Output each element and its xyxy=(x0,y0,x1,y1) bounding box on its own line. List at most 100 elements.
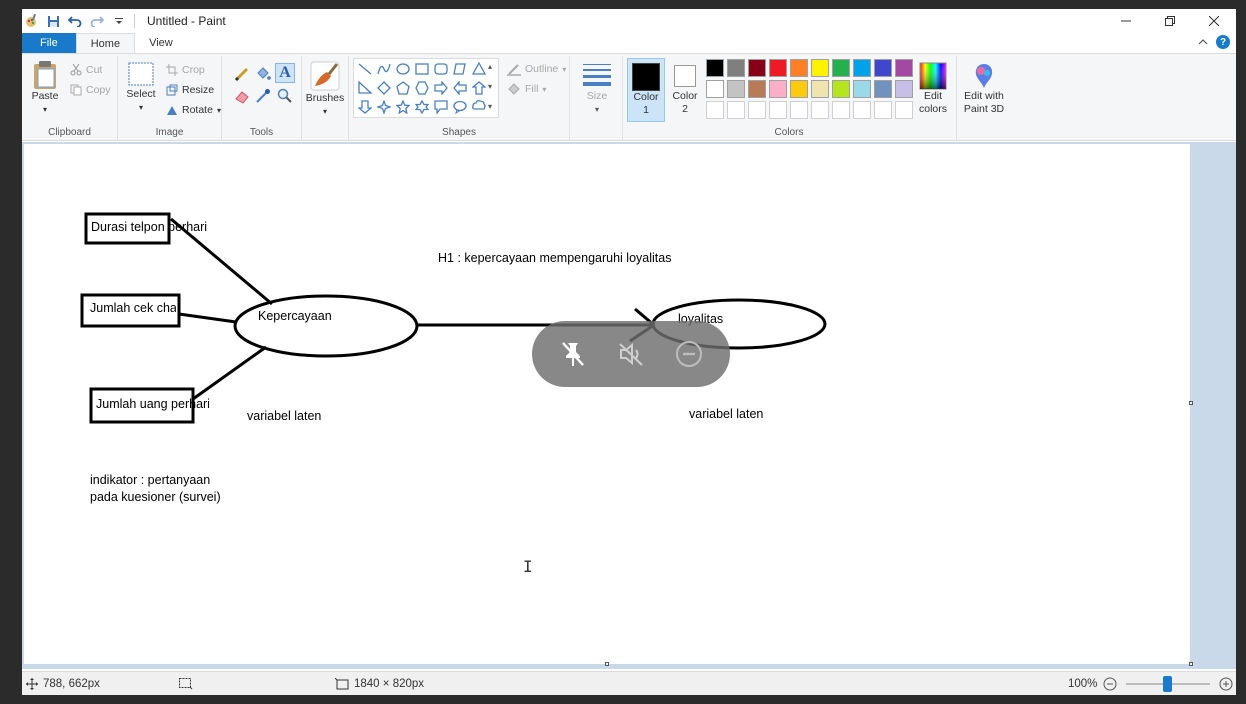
palette-swatch[interactable] xyxy=(874,80,892,98)
down-arrow-shape-icon[interactable] xyxy=(356,98,374,116)
resize-button[interactable]: Resize xyxy=(166,84,214,96)
palette-swatch[interactable] xyxy=(790,80,808,98)
palette-swatch[interactable] xyxy=(853,80,871,98)
palette-swatch[interactable] xyxy=(706,59,724,77)
shapes-scroll-down-icon[interactable]: ▾ xyxy=(488,82,492,91)
edit-with-paint3d-button[interactable]: Edit with Paint 3D xyxy=(960,62,1008,116)
canvas-area[interactable]: Durasi telpon perhari Jumlah cek chat Ju… xyxy=(22,142,1236,669)
text-tool-icon[interactable]: A xyxy=(275,63,295,83)
curve-shape-icon[interactable] xyxy=(375,60,393,78)
polygon-shape-icon[interactable] xyxy=(451,60,469,78)
empty-palette-swatch[interactable] xyxy=(811,101,829,119)
four-point-star-shape-icon[interactable] xyxy=(375,98,393,116)
empty-palette-swatch[interactable] xyxy=(853,101,871,119)
rounded-rect-shape-icon[interactable] xyxy=(432,60,450,78)
edit-colors-button[interactable]: Edit colors xyxy=(915,62,951,116)
left-arrow-shape-icon[interactable] xyxy=(451,79,469,97)
color2-swatch xyxy=(674,65,696,87)
palette-swatch[interactable] xyxy=(769,80,787,98)
rotate-button[interactable]: Rotate ▾ xyxy=(166,104,221,116)
palette-swatch[interactable] xyxy=(832,80,850,98)
oval-shape-icon[interactable] xyxy=(394,60,412,78)
right-arrow-shape-icon[interactable] xyxy=(432,79,450,97)
canvas-resize-handle-corner[interactable] xyxy=(1189,662,1193,666)
copy-button[interactable]: Copy xyxy=(70,84,111,96)
pentagon-shape-icon[interactable] xyxy=(394,79,412,97)
restore-button[interactable] xyxy=(1148,9,1192,33)
up-arrow-shape-icon[interactable] xyxy=(470,79,488,97)
palette-swatch[interactable] xyxy=(706,80,724,98)
eraser-icon[interactable] xyxy=(234,88,250,107)
minus-circle-icon[interactable] xyxy=(671,336,707,372)
empty-palette-swatch[interactable] xyxy=(832,101,850,119)
help-icon[interactable]: ? xyxy=(1216,35,1230,49)
shapes-expand-icon[interactable]: ▾ xyxy=(488,102,492,111)
zoom-slider-thumb[interactable] xyxy=(1163,676,1172,692)
fill-bucket-icon[interactable] xyxy=(255,66,271,85)
minimize-button[interactable] xyxy=(1104,9,1148,33)
tab-view[interactable]: View xyxy=(135,33,187,53)
palette-swatch[interactable] xyxy=(769,59,787,77)
color2-button[interactable]: Color 2 xyxy=(666,58,704,122)
empty-palette-swatch[interactable] xyxy=(748,101,766,119)
cloud-callout-shape-icon[interactable] xyxy=(470,98,488,116)
unpin-icon[interactable] xyxy=(555,336,591,372)
diamond-shape-icon[interactable] xyxy=(375,79,393,97)
customize-quick-access-icon[interactable] xyxy=(112,14,126,28)
palette-swatch[interactable] xyxy=(895,80,913,98)
paint-app-icon[interactable] xyxy=(24,14,38,28)
magnifier-icon[interactable] xyxy=(277,88,293,107)
palette-swatch[interactable] xyxy=(748,59,766,77)
five-point-star-shape-icon[interactable] xyxy=(394,98,412,116)
color-picker-icon[interactable] xyxy=(255,88,271,107)
empty-palette-swatch[interactable] xyxy=(790,101,808,119)
shapes-scroll-up-icon[interactable]: ▴ xyxy=(488,62,492,71)
palette-swatch[interactable] xyxy=(811,59,829,77)
drawing-canvas[interactable]: Durasi telpon perhari Jumlah cek chat Ju… xyxy=(24,144,1190,664)
palette-swatch[interactable] xyxy=(748,80,766,98)
palette-swatch[interactable] xyxy=(790,59,808,77)
tab-home[interactable]: Home xyxy=(75,33,136,53)
redo-icon[interactable] xyxy=(90,14,104,28)
canvas-resize-handle-bottom[interactable] xyxy=(605,662,609,666)
oval-callout-shape-icon[interactable] xyxy=(451,98,469,116)
tab-file[interactable]: File xyxy=(22,33,76,53)
empty-palette-swatch[interactable] xyxy=(769,101,787,119)
palette-swatch[interactable] xyxy=(874,59,892,77)
pencil-icon[interactable] xyxy=(234,66,250,85)
palette-swatch[interactable] xyxy=(895,59,913,77)
collapse-ribbon-icon[interactable] xyxy=(1198,36,1208,48)
right-triangle-shape-icon[interactable] xyxy=(356,79,374,97)
palette-swatch[interactable] xyxy=(727,80,745,98)
line-shape-icon[interactable] xyxy=(356,60,374,78)
cut-button[interactable]: Cut xyxy=(70,64,102,76)
rectangle-shape-icon[interactable] xyxy=(413,60,431,78)
palette-swatch[interactable] xyxy=(853,59,871,77)
empty-palette-swatch[interactable] xyxy=(895,101,913,119)
empty-palette-swatch[interactable] xyxy=(727,101,745,119)
hexagon-shape-icon[interactable] xyxy=(413,79,431,97)
crop-button[interactable]: Crop xyxy=(166,64,205,76)
color1-button[interactable]: Color 1 xyxy=(627,58,665,122)
palette-swatch[interactable] xyxy=(727,59,745,77)
close-button[interactable] xyxy=(1192,9,1236,33)
save-icon[interactable] xyxy=(46,14,60,28)
palette-swatch[interactable] xyxy=(832,59,850,77)
zoom-out-icon[interactable] xyxy=(1103,677,1117,694)
palette-swatch[interactable] xyxy=(811,80,829,98)
outline-button[interactable]: Outline ▾ xyxy=(507,62,566,76)
triangle-shape-icon[interactable] xyxy=(470,60,488,78)
rect-callout-shape-icon[interactable] xyxy=(432,98,450,116)
mute-icon[interactable] xyxy=(613,336,649,372)
empty-palette-swatch[interactable] xyxy=(706,101,724,119)
undo-icon[interactable] xyxy=(68,14,82,28)
brushes-button[interactable]: Brushes ▾ xyxy=(304,60,346,118)
size-button[interactable]: Size ▾ xyxy=(576,60,618,116)
fill-button[interactable]: Fill ▾ xyxy=(507,82,546,96)
select-button[interactable]: Select ▾ xyxy=(124,60,158,114)
zoom-in-icon[interactable] xyxy=(1219,677,1233,694)
paste-button[interactable]: Paste ▾ xyxy=(28,60,62,116)
six-point-star-shape-icon[interactable] xyxy=(413,98,431,116)
canvas-resize-handle-right[interactable] xyxy=(1189,401,1193,405)
empty-palette-swatch[interactable] xyxy=(874,101,892,119)
